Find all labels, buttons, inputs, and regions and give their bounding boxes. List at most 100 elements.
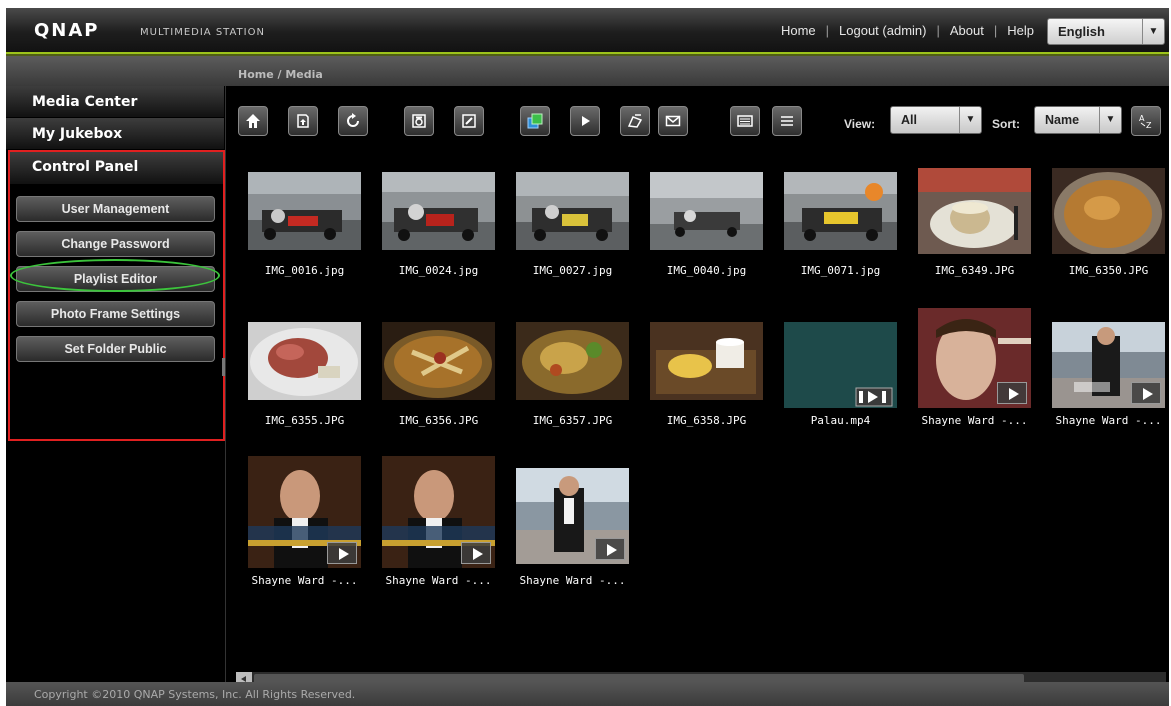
play-icon[interactable] [997,382,1027,404]
playlist-editor-button[interactable]: Playlist Editor [16,266,215,292]
media-item[interactable]: IMG_6355.JPG [242,322,367,462]
top-nav-links: Home | Logout (admin) | About | Help [781,23,1034,38]
slideshow-icon[interactable] [520,106,550,136]
media-item[interactable]: IMG_0071.jpg [778,172,903,312]
photo-thumbnail[interactable] [382,172,495,250]
photo-thumbnail[interactable] [516,172,629,250]
photo-thumbnail[interactable] [1052,168,1165,254]
about-link[interactable]: About [950,23,984,38]
user-management-button[interactable]: User Management [16,196,215,222]
photo-thumbnail[interactable] [248,172,361,250]
sidebar-item-control-panel[interactable]: Control Panel [10,152,223,184]
video-thumbnail[interactable] [516,468,629,564]
play-icon[interactable] [461,542,491,564]
photo-thumbnail[interactable] [918,168,1031,254]
chevron-down-icon: ▼ [1099,107,1121,133]
media-item[interactable]: IMG_6358.JPG [644,322,769,462]
media-caption: Shayne Ward -... [1055,414,1162,427]
media-caption: IMG_0071.jpg [800,264,881,277]
email-icon[interactable] [658,106,688,136]
footer: Copyright ©2010 QNAP Systems, Inc. All R… [6,682,1169,706]
media-item[interactable]: IMG_6356.JPG [376,322,501,462]
media-caption: Shayne Ward -... [385,574,492,587]
home-icon[interactable] [238,106,268,136]
refresh-icon[interactable] [338,106,368,136]
sidebar-item-my-jukebox[interactable]: My Jukebox [6,118,224,150]
media-caption: IMG_0040.jpg [666,264,747,277]
photo-thumbnail[interactable] [248,322,361,400]
media-caption: IMG_6356.JPG [398,414,479,427]
media-caption: Shayne Ward -... [251,574,358,587]
media-caption: Shayne Ward -... [519,574,626,587]
sort-value: Name [1045,113,1080,127]
media-item[interactable]: Shayne Ward -... [912,308,1037,462]
photo-thumbnail[interactable] [650,172,763,250]
control-panel-highlight-box: Control Panel User Management Change Pas… [8,150,225,441]
up-folder-icon[interactable] [288,106,318,136]
video-thumbnail[interactable] [248,456,361,568]
media-caption: IMG_0027.jpg [532,264,613,277]
play-icon[interactable] [1131,382,1161,404]
link-separator: | [993,23,998,38]
publish-icon[interactable] [620,106,650,136]
qnap-logo: QNAP [34,20,100,41]
video-thumbnail[interactable] [382,456,495,568]
photo-thumbnail[interactable] [516,322,629,400]
media-item[interactable]: Shayne Ward -... [242,456,367,596]
video-thumbnail[interactable] [918,308,1031,408]
rotate-icon[interactable] [404,106,434,136]
chevron-down-icon: ▼ [1142,19,1164,44]
media-caption: Shayne Ward -... [921,414,1028,427]
media-item[interactable]: IMG_0016.jpg [242,172,367,312]
play-icon[interactable] [595,538,625,560]
chevron-down-icon: ▼ [959,107,981,133]
media-item[interactable]: Shayne Ward -... [510,456,635,596]
sort-label: Sort: [992,117,1020,131]
media-item[interactable]: IMG_0024.jpg [376,172,501,312]
edit-icon[interactable] [454,106,484,136]
photo-thumbnail[interactable] [784,172,897,250]
svg-text:Z: Z [1146,121,1152,130]
photo-thumbnail[interactable] [382,322,495,400]
list-view-icon[interactable] [772,106,802,136]
sort-select[interactable]: Name ▼ [1034,106,1122,134]
media-caption: IMG_0016.jpg [264,264,345,277]
top-header: QNAP MULTIMEDIA STATION Home | Logout (a… [6,8,1169,56]
media-caption: IMG_6350.JPG [1068,264,1149,277]
photo-thumbnail[interactable] [650,322,763,400]
media-item[interactable]: Palau.mp4 [778,322,903,462]
breadcrumb[interactable]: Home / Media [238,68,323,81]
play-icon[interactable] [570,106,600,136]
media-item[interactable]: IMG_0040.jpg [644,172,769,312]
thumbnail-view-icon[interactable] [730,106,760,136]
sidebar-item-media-center[interactable]: Media Center [6,86,224,118]
change-password-button[interactable]: Change Password [16,231,215,257]
video-thumbnail[interactable] [1052,322,1165,408]
view-label: View: [844,117,876,131]
media-caption: IMG_6355.JPG [264,414,345,427]
media-caption: Palau.mp4 [810,414,871,427]
product-name: MULTIMEDIA STATION [140,27,265,38]
sidebar: Media Center My Jukebox Control Panel Us… [6,86,225,682]
svg-text:A: A [1139,114,1145,123]
language-select[interactable]: English ▼ [1047,18,1165,45]
sort-az-icon[interactable]: AZ [1131,106,1161,136]
media-item[interactable]: IMG_0027.jpg [510,172,635,312]
photo-frame-settings-button[interactable]: Photo Frame Settings [16,301,215,327]
media-item[interactable]: Shayne Ward -... [376,456,501,596]
view-filter-select[interactable]: All ▼ [890,106,982,134]
media-item[interactable]: IMG_6357.JPG [510,322,635,462]
link-separator: | [936,23,940,38]
logout-link[interactable]: Logout (admin) [839,23,926,38]
set-folder-public-button[interactable]: Set Folder Public [16,336,215,362]
media-item[interactable]: IMG_6350.JPG [1046,168,1169,312]
copyright-text: Copyright ©2010 QNAP Systems, Inc. All R… [34,688,356,701]
app-window: QNAP MULTIMEDIA STATION Home | Logout (a… [6,8,1169,706]
help-link[interactable]: Help [1007,23,1034,38]
media-toolbar: View: All ▼ Sort: Name ▼ AZ [226,86,1169,158]
play-icon[interactable] [327,542,357,564]
media-item[interactable]: IMG_6349.JPG [912,168,1037,312]
media-item[interactable]: Shayne Ward -... [1046,322,1169,462]
home-link[interactable]: Home [781,23,816,38]
video-thumbnail[interactable] [784,322,897,408]
